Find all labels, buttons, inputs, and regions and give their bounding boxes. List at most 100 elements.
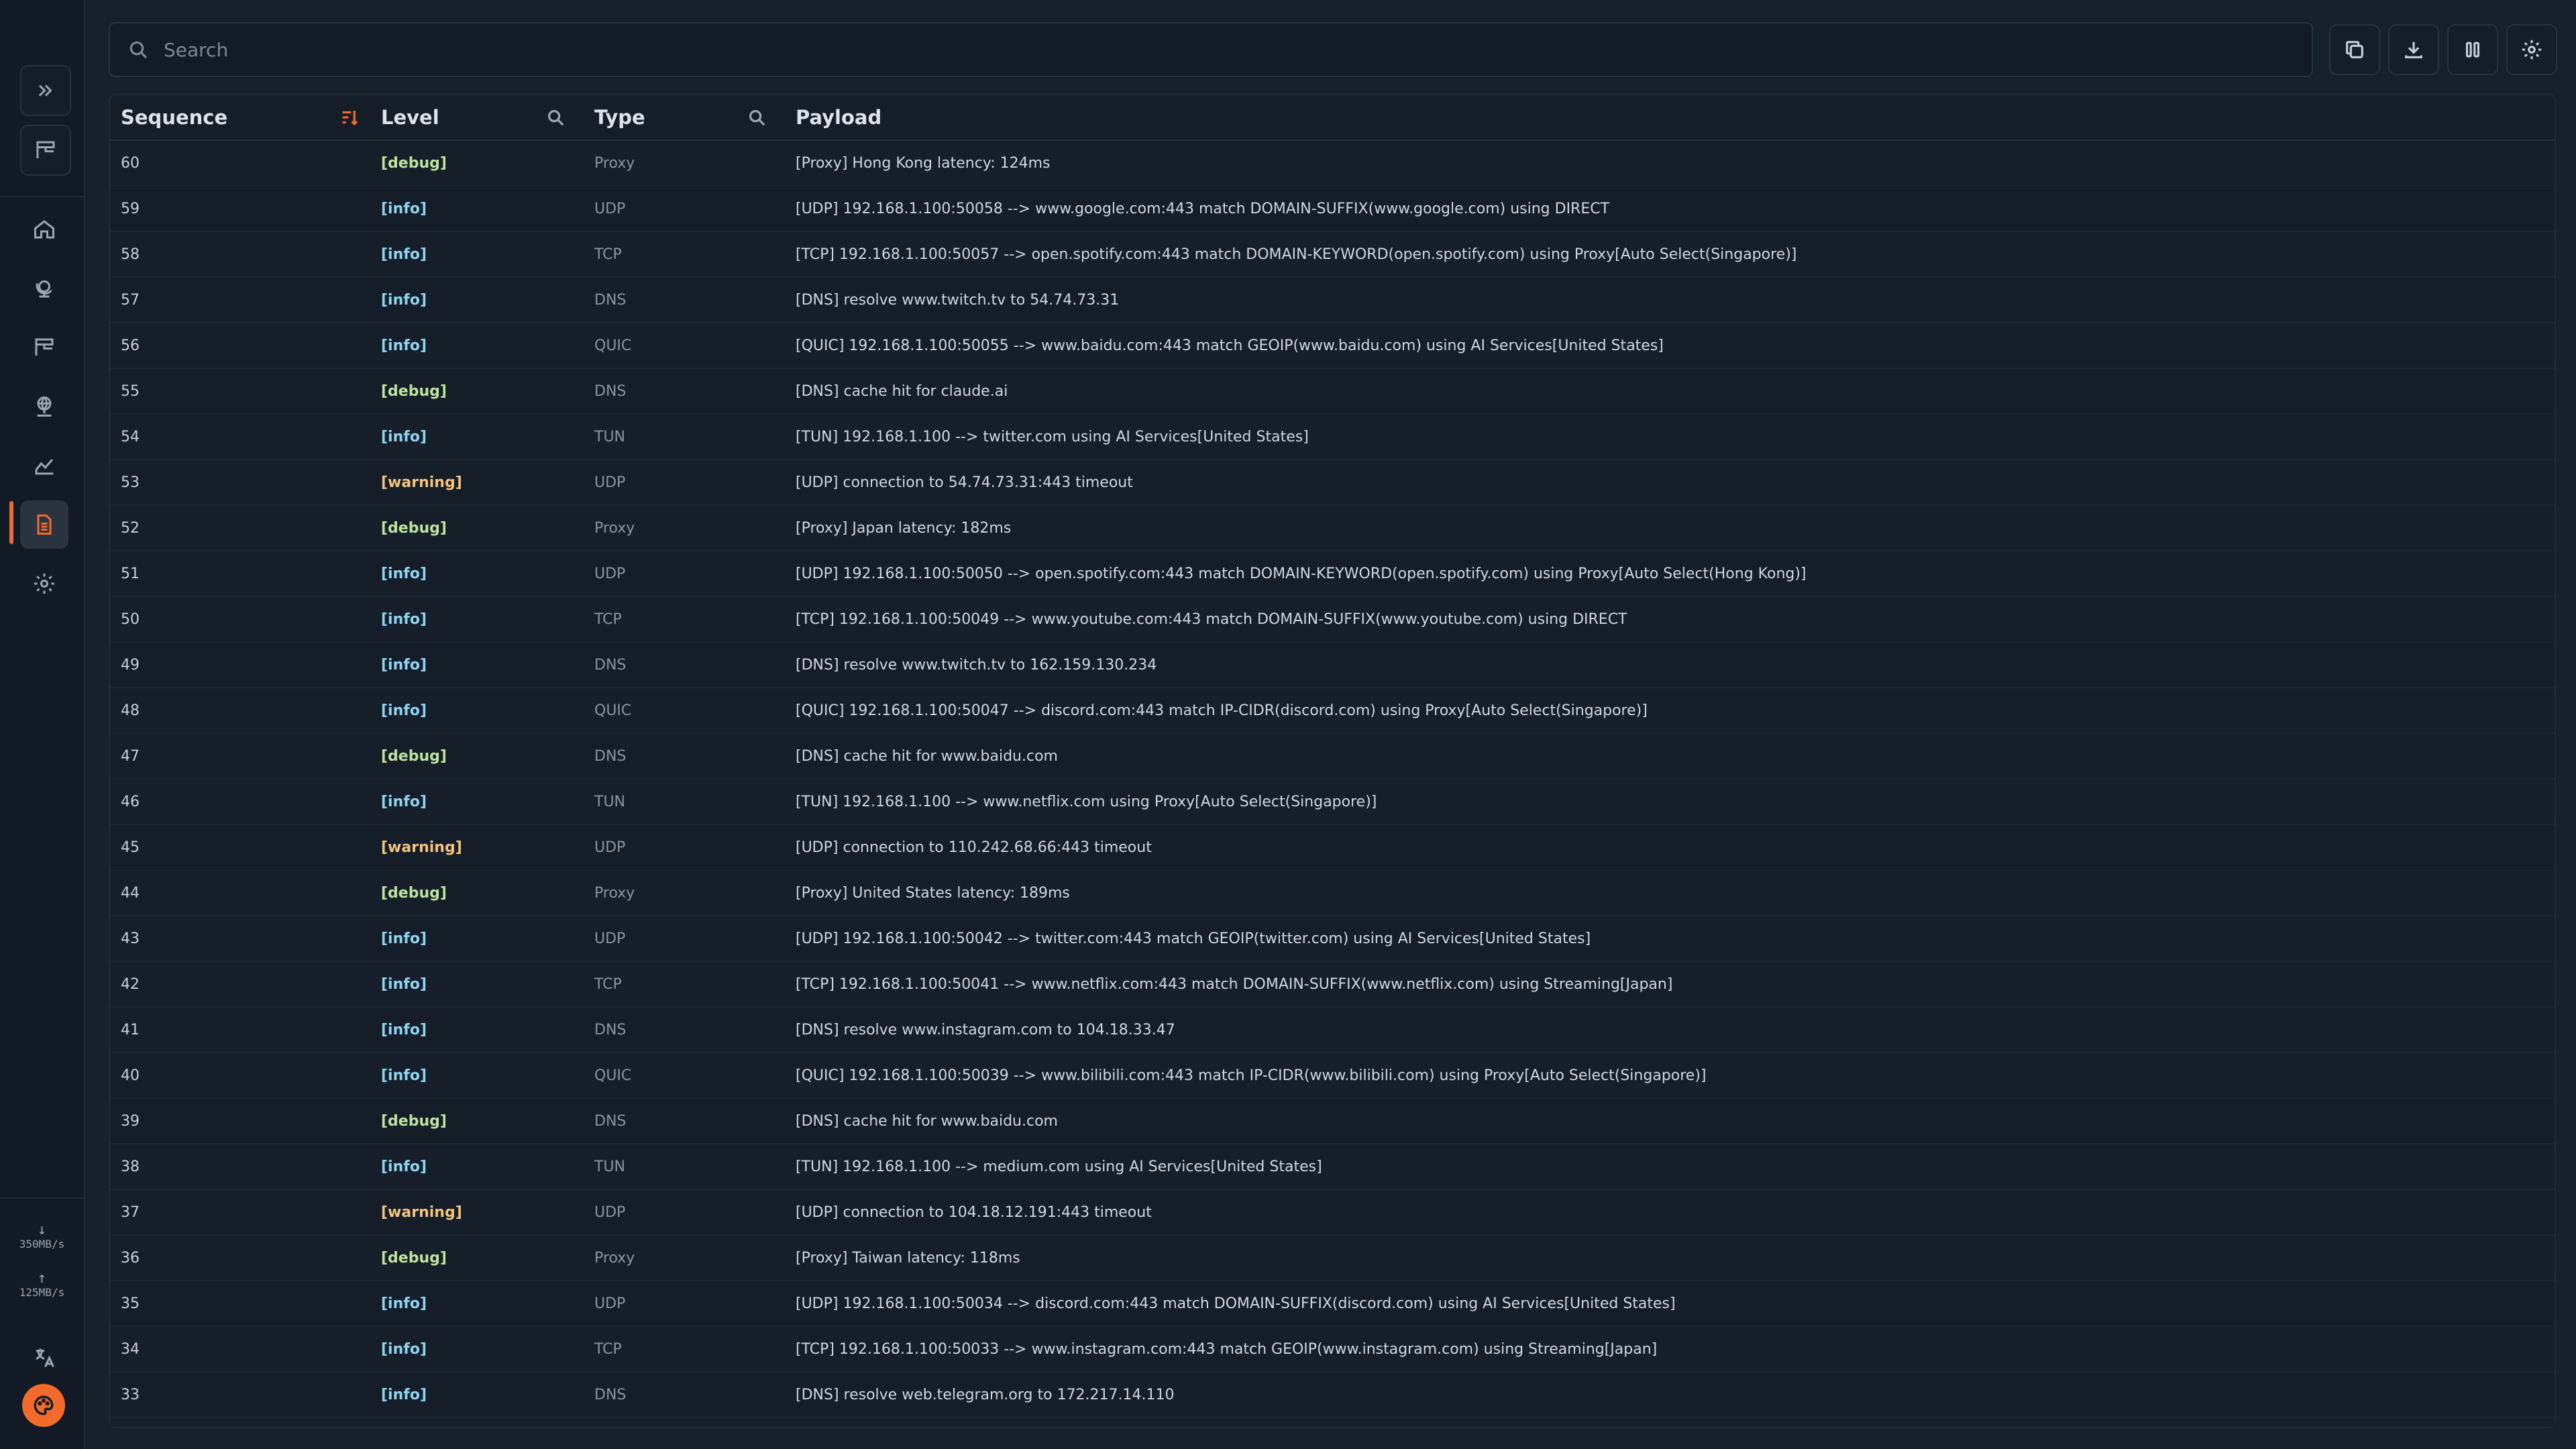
sidebar-item-home[interactable] (20, 205, 68, 254)
cell-level: [info] (381, 1386, 427, 1403)
sidebar: ↓ 350MB/s ↑ 125MB/s (0, 0, 85, 1449)
cell-payload: [DNS] cache hit for www.baidu.com (796, 1112, 1058, 1130)
column-header-sequence[interactable]: Sequence (121, 95, 227, 140)
log-settings-button[interactable] (2506, 24, 2557, 75)
sidebar-item-proxies[interactable] (20, 264, 68, 313)
table-row[interactable]: 50 [info] TCP [TCP] 192.168.1.100:50049 -->… (110, 597, 2555, 643)
table-row[interactable]: 45 [warning] UDP [UDP] connection to 110.24… (110, 825, 2555, 871)
rules-mode-button[interactable] (20, 125, 71, 176)
cell-level: [warning] (381, 1203, 462, 1221)
cell-type: DNS (594, 291, 627, 309)
cell-sequence: 48 (121, 702, 140, 719)
search-icon (129, 41, 148, 59)
column-header-level[interactable]: Level (381, 95, 439, 140)
table-row[interactable]: 39 [debug] DNS [DNS] cache hit for www.baid… (110, 1099, 2555, 1144)
copy-icon (2346, 41, 2363, 58)
cell-payload: [DNS] resolve www.twitch.tv to 54.74.73.… (796, 291, 1120, 309)
cell-sequence: 45 (121, 839, 140, 856)
cell-payload: [UDP] 192.168.1.100:50058 --> www.google… (796, 200, 1610, 217)
table-row[interactable]: 56 [info] QUIC [QUIC] 192.168.1.100:50055 -… (110, 323, 2555, 369)
language-button[interactable] (20, 1334, 68, 1382)
table-row[interactable]: 43 [info] UDP [UDP] 192.168.1.100:50042 -->… (110, 916, 2555, 962)
cell-type: DNS (594, 1021, 627, 1038)
download-speed: ↓ 350MB/s (0, 1222, 84, 1251)
sidebar-item-settings[interactable] (20, 559, 68, 608)
table-body: 60 [debug] Proxy [Proxy] Hong Kong latency:… (110, 141, 2555, 1427)
copy-logs-button[interactable] (2329, 24, 2380, 75)
cell-payload: [Proxy] Hong Kong latency: 124ms (796, 154, 1051, 172)
table-row[interactable]: 41 [info] DNS [DNS] resolve www.instagram.c… (110, 1008, 2555, 1053)
sidebar-divider (0, 196, 84, 197)
table-row[interactable]: 32 [info] QUIC [QUIC] 192.168.1.100:50031 -… (110, 1418, 2555, 1427)
search-input[interactable] (162, 38, 2245, 62)
table-row[interactable]: 58 [info] TCP [TCP] 192.168.1.100:50057 -->… (110, 232, 2555, 278)
cell-sequence: 35 (121, 1295, 140, 1312)
cell-level: [info] (381, 1340, 427, 1358)
table-row[interactable]: 60 [debug] Proxy [Proxy] Hong Kong latency:… (110, 141, 2555, 186)
table-row[interactable]: 37 [warning] UDP [UDP] connection to 104.18… (110, 1190, 2555, 1236)
table-row[interactable]: 52 [debug] Proxy [Proxy] Japan latency: 182… (110, 506, 2555, 551)
rules-icon (36, 141, 55, 158)
table-row[interactable]: 54 [info] TUN [TUN] 192.168.1.100 --> twitt… (110, 415, 2555, 460)
table-row[interactable]: 40 [info] QUIC [QUIC] 192.168.1.100:50039 -… (110, 1053, 2555, 1099)
download-logs-button[interactable] (2388, 24, 2439, 75)
cell-sequence: 42 (121, 975, 140, 993)
sidebar-item-traffic[interactable] (20, 441, 68, 490)
cell-level: [info] (381, 1067, 427, 1084)
cell-payload: [TUN] 192.168.1.100 --> www.netflix.com … (796, 793, 1377, 810)
table-row[interactable]: 47 [debug] DNS [DNS] cache hit for www.baid… (110, 734, 2555, 780)
chevrons-right-icon (38, 85, 52, 97)
table-row[interactable]: 35 [info] UDP [UDP] 192.168.1.100:50034 -->… (110, 1281, 2555, 1327)
sidebar-item-logs[interactable] (20, 500, 68, 549)
cell-type: QUIC (594, 1418, 631, 1427)
cell-level: [info] (381, 200, 427, 217)
cell-sequence: 44 (121, 884, 140, 902)
table-row[interactable]: 38 [info] TUN [TUN] 192.168.1.100 --> mediu… (110, 1144, 2555, 1190)
arrow-down-icon: ↓ (37, 1222, 47, 1238)
cell-payload: [DNS] resolve www.twitch.tv to 162.159.1… (796, 656, 1157, 674)
cell-type: Proxy (594, 884, 635, 902)
table-row[interactable]: 51 [info] UDP [UDP] 192.168.1.100:50050 -->… (110, 551, 2555, 597)
sort-descending-icon[interactable] (339, 107, 361, 128)
cell-payload: [UDP] 192.168.1.100:50050 --> open.spoti… (796, 565, 1807, 582)
filter-search-icon[interactable] (545, 107, 566, 128)
cell-sequence: 55 (121, 382, 140, 400)
cell-sequence: 49 (121, 656, 140, 674)
cell-level: [debug] (381, 519, 447, 537)
filter-search-icon[interactable] (746, 107, 767, 128)
pause-icon (2465, 42, 2480, 58)
cell-type: TUN (594, 1158, 625, 1175)
pause-logs-button[interactable] (2447, 24, 2498, 75)
cell-payload: [UDP] 192.168.1.100:50042 --> twitter.co… (796, 930, 1591, 947)
cell-level: [debug] (381, 154, 447, 172)
table-row[interactable]: 33 [info] DNS [DNS] resolve web.telegram.or… (110, 1373, 2555, 1418)
expand-sidebar-button[interactable] (20, 65, 71, 116)
cell-sequence: 58 (121, 246, 140, 263)
table-row[interactable]: 59 [info] UDP [UDP] 192.168.1.100:50058 -->… (110, 186, 2555, 232)
cell-type: TUN (594, 428, 625, 445)
sidebar-item-connections[interactable] (20, 382, 68, 431)
cell-sequence: 36 (121, 1249, 140, 1267)
table-row[interactable]: 46 [info] TUN [TUN] 192.168.1.100 --> www.n… (110, 780, 2555, 825)
table-row[interactable]: 55 [debug] DNS [DNS] cache hit for claude.a… (110, 369, 2555, 415)
table-row[interactable]: 36 [debug] Proxy [Proxy] Taiwan latency: 11… (110, 1236, 2555, 1281)
table-row[interactable]: 57 [info] DNS [DNS] resolve www.twitch.tv t… (110, 278, 2555, 323)
column-header-type[interactable]: Type (594, 95, 645, 140)
cell-type: QUIC (594, 1067, 632, 1084)
cell-payload: [TCP] 192.168.1.100:50049 --> www.youtub… (796, 610, 1627, 628)
table-row[interactable]: 42 [info] TCP [TCP] 192.168.1.100:50041 -->… (110, 962, 2555, 1008)
home-icon (34, 220, 54, 239)
cell-payload: [TUN] 192.168.1.100 --> medium.com using… (796, 1158, 1322, 1175)
table-row[interactable]: 44 [debug] Proxy [Proxy] United States late… (110, 871, 2555, 916)
table-row[interactable]: 49 [info] DNS [DNS] resolve www.twitch.tv t… (110, 643, 2555, 688)
search-bar (109, 22, 2313, 77)
column-header-payload[interactable]: Payload (796, 95, 881, 140)
table-row[interactable]: 34 [info] TCP [TCP] 192.168.1.100:50033 -->… (110, 1327, 2555, 1373)
table-row[interactable]: 48 [info] QUIC [QUIC] 192.168.1.100:50047 -… (110, 688, 2555, 734)
chart-icon (35, 459, 54, 475)
table-row[interactable]: 53 [warning] UDP [UDP] connection to 54.74.… (110, 460, 2555, 506)
cell-level: [debug] (381, 747, 447, 765)
theme-button[interactable] (22, 1384, 65, 1427)
sidebar-item-rules[interactable] (20, 323, 68, 372)
cell-level: [debug] (381, 1112, 447, 1130)
